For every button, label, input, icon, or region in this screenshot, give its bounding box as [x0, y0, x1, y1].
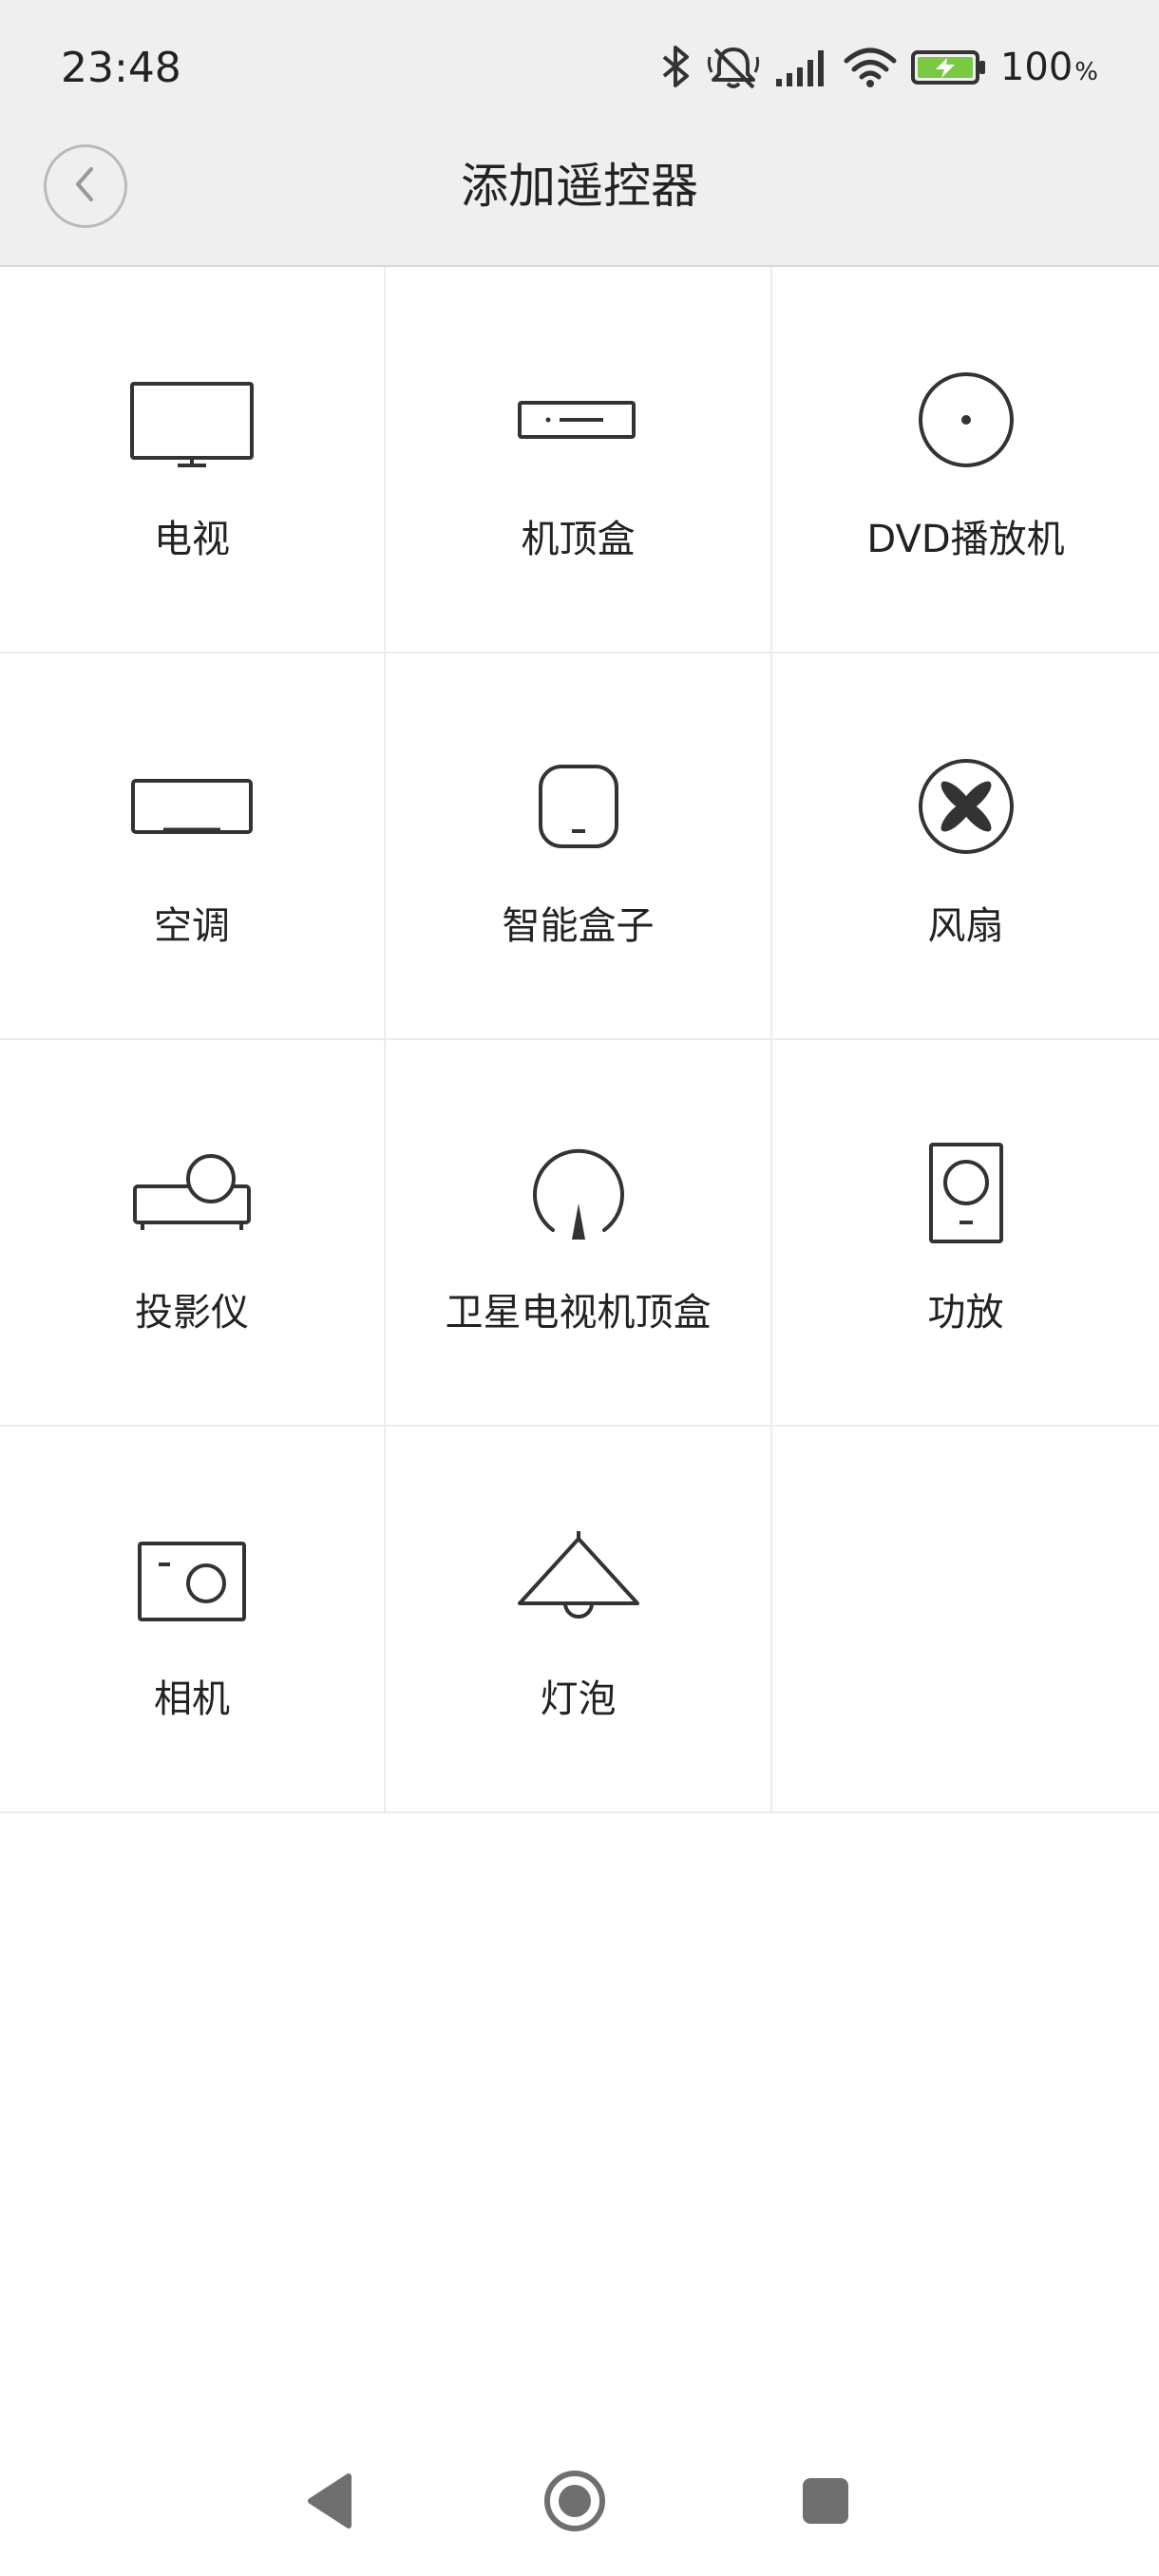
status-bar: 23:48 100 % [0, 0, 1159, 133]
battery-percent-value: 100 [999, 46, 1074, 89]
system-nav-bar [0, 2432, 1159, 2576]
device-label: 空调 [154, 904, 230, 948]
battery-charging-icon [910, 48, 987, 86]
camera-icon [0, 1527, 384, 1632]
projector-icon [0, 1141, 384, 1245]
fan-icon [772, 754, 1159, 859]
nav-back-button[interactable] [277, 2451, 382, 2555]
status-icons: 100% [660, 36, 1098, 99]
title-bar: 添加遥控器 [0, 133, 1159, 265]
tv-icon [0, 368, 384, 472]
device-lamp[interactable]: 灯泡 [386, 1427, 772, 1813]
device-tv[interactable]: 电视 [0, 267, 386, 653]
satellite-icon [386, 1141, 770, 1245]
empty-cell [772, 1427, 1159, 1813]
device-label: 智能盒子 [502, 904, 655, 948]
air-conditioner-icon [0, 754, 384, 859]
back-triangle-icon [301, 2471, 358, 2535]
recents-square-icon [799, 2474, 852, 2531]
dvd-icon [772, 368, 1159, 472]
device-amplifier[interactable]: 功放 [772, 1040, 1159, 1427]
device-label: 功放 [927, 1291, 1004, 1335]
status-time: 23:48 [61, 44, 181, 92]
device-fan[interactable]: 风扇 [772, 653, 1159, 1040]
device-label: 机顶盒 [521, 518, 636, 561]
device-projector[interactable]: 投影仪 [0, 1040, 386, 1427]
device-set-top-box[interactable]: 机顶盒 [386, 267, 772, 653]
nav-home-button[interactable] [522, 2451, 627, 2555]
bluetooth-icon [660, 44, 693, 91]
wifi-icon [843, 46, 898, 89]
device-label: 相机 [154, 1677, 230, 1721]
device-dvd[interactable]: DVD播放机 [772, 267, 1159, 653]
device-label: 投影仪 [135, 1291, 249, 1335]
smart-box-icon [386, 754, 770, 859]
device-label: DVD播放机 [866, 518, 1065, 561]
device-grid: 电视 机顶盒 DVD播放机 空调 智能盒子 风扇 投影仪 卫星电视机顶盒 功放 … [0, 267, 1159, 1813]
page-title: 添加遥控器 [461, 159, 698, 214]
battery-percent: 100% [1000, 46, 1098, 89]
battery-percent-sign: % [1074, 58, 1098, 86]
device-label: 灯泡 [540, 1677, 617, 1721]
nav-recents-button[interactable] [773, 2451, 878, 2555]
device-camera[interactable]: 相机 [0, 1427, 386, 1813]
signal-icon [774, 47, 829, 88]
device-label: 卫星电视机顶盒 [445, 1291, 712, 1335]
device-air-conditioner[interactable]: 空调 [0, 653, 386, 1040]
device-label: 风扇 [927, 904, 1004, 948]
mute-icon [706, 44, 761, 91]
device-label: 电视 [154, 518, 230, 561]
amplifier-icon [772, 1141, 1159, 1245]
device-satellite[interactable]: 卫星电视机顶盒 [386, 1040, 772, 1427]
set-top-box-icon [386, 368, 770, 472]
app-header: 23:48 100 % 添加遥控器 [0, 0, 1159, 267]
lamp-icon [386, 1527, 770, 1632]
home-circle-icon [542, 2468, 608, 2538]
device-smart-box[interactable]: 智能盒子 [386, 653, 772, 1040]
